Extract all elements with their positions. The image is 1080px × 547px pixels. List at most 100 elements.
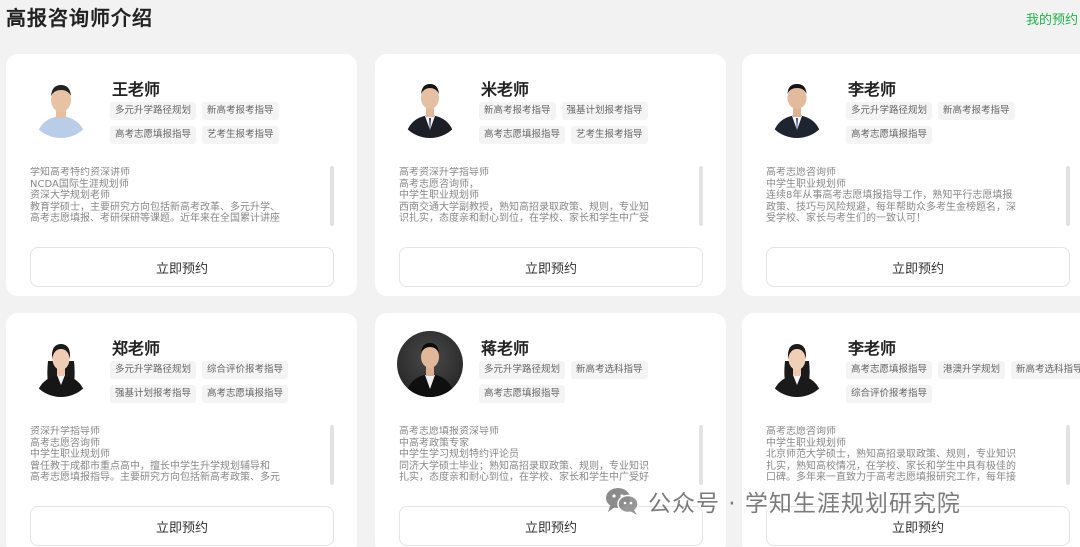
- desc-line: 高考资深升学指导师: [399, 167, 489, 178]
- tag: 艺考生报考指导: [571, 126, 648, 144]
- man-avatar-icon: [397, 72, 463, 138]
- desc-line: 学知高考特约资深讲师: [30, 167, 130, 178]
- man-avatar-icon: [405, 343, 455, 397]
- tag: 艺考生报考指导: [202, 126, 279, 144]
- book-now-button[interactable]: 立即预约: [399, 506, 703, 546]
- woman-avatar-icon: [28, 331, 94, 397]
- avatar: [397, 331, 463, 397]
- consultant-name: 李老师: [848, 339, 897, 358]
- tag: 新高考选科指导: [1011, 361, 1080, 379]
- consultant-card: 郑老师 多元升学路径规划 综合评价报考指导 强基计划报考指导 高考志愿填报指导 …: [6, 313, 357, 547]
- desc-line: 中学生职业规划师: [30, 449, 110, 461]
- desc-line: 口碑。多年来一直致力于高考志愿填报研究工作，每年接: [766, 472, 1016, 484]
- page-title: 高报咨询师介绍: [6, 6, 153, 30]
- description-scrollbar[interactable]: [699, 166, 703, 226]
- tag: 多元升学路径规划: [110, 102, 197, 120]
- avatar: [397, 72, 463, 138]
- consultant-description[interactable]: 高考资深升学指导师 高考志愿咨询师， 中学生职业规划师 西南交通大学副教授，熟知…: [399, 167, 697, 225]
- avatar: [764, 331, 830, 397]
- book-now-button[interactable]: 立即预约: [30, 247, 334, 287]
- book-now-button[interactable]: 立即预约: [30, 506, 334, 546]
- desc-line: 北京师范大学硕士，熟知高招录取政策、规则，专业知识: [766, 449, 1016, 461]
- woman-avatar-icon: [764, 331, 830, 397]
- book-now-button[interactable]: 立即预约: [766, 247, 1070, 287]
- tag: 港澳升学规划: [938, 361, 1006, 379]
- desc-line: 西南交通大学副教授，熟知高招录取政策、规则，专业知: [399, 201, 649, 213]
- consultant-description[interactable]: 高考志愿咨询师 中学生职业规划师 北京师范大学硕士，熟知高招录取政策、规则，专业…: [766, 426, 1064, 484]
- desc-line: 政策、技巧与风险规避，每年帮助众多考生金榜题名，深: [766, 201, 1016, 213]
- man-avatar-icon: [764, 72, 830, 138]
- tag-list: 新高考报考指导 强基计划报考指导 高考志愿填报指导 艺考生报考指导: [479, 102, 724, 144]
- tag: 新高考报考指导: [202, 102, 279, 120]
- tag: 多元升学路径规划: [479, 361, 566, 379]
- desc-line: 中学生职业规划师: [766, 437, 846, 449]
- desc-line: 高考志愿填报指导。主要研究方向包括新高考政策、多元: [30, 472, 280, 484]
- desc-line: 连续8年从事高考志愿填报指导工作，熟知平行志愿填报: [766, 190, 1013, 202]
- desc-line: 扎实，态度亲和耐心到位，在学校、家长和学生中广受好: [399, 472, 649, 484]
- tag: 高考志愿填报指导: [846, 126, 933, 144]
- tag: 新高考选科指导: [571, 361, 648, 379]
- consultant-card: 李老师 高考志愿填报指导 港澳升学规划 新高考选科指导 综合评价报考指导 高考志…: [742, 313, 1080, 547]
- consultant-description[interactable]: 高考志愿填报资深导师 中高考政策专家 中学生学习规划特约评论员 同济大学硕士毕业…: [399, 426, 697, 484]
- desc-line: 中学生职业规划师: [766, 178, 846, 190]
- consultant-card: 李老师 多元升学路径规划 新高考报考指导 高考志愿填报指导 高考志愿咨询师 中学…: [742, 54, 1080, 296]
- avatar: [28, 331, 94, 397]
- consultant-card: 王老师 多元升学路径规划 新高考报考指导 高考志愿填报指导 艺考生报考指导 学知…: [6, 54, 357, 296]
- consultant-name: 李老师: [848, 80, 897, 99]
- desc-line: 高考志愿咨询师，: [399, 178, 479, 190]
- tag: 强基计划报考指导: [561, 102, 648, 120]
- desc-line: 资深升学指导师: [30, 426, 100, 437]
- tag: 新高考报考指导: [938, 102, 1015, 120]
- tag: 高考志愿填报指导: [479, 126, 566, 144]
- desc-line: 高考志愿填报、考研保研等课题。近年来在全国累计讲座: [30, 213, 280, 225]
- tag-list: 多元升学路径规划 综合评价报考指导 强基计划报考指导 高考志愿填报指导: [110, 361, 355, 403]
- tag: 新高考报考指导: [479, 102, 556, 120]
- description-scrollbar[interactable]: [1066, 425, 1070, 485]
- desc-line: 资深大学规划老师: [30, 190, 110, 202]
- tag: 高考志愿填报指导: [110, 126, 197, 144]
- desc-line: 受学校、家长与考生们的一致认可！: [766, 213, 926, 225]
- desc-line: 教育学硕士，主要研究方向包括新高考改革、多元升学、: [30, 201, 280, 213]
- consultant-card: 蒋老师 多元升学路径规划 新高考选科指导 高考志愿填报指导 高考志愿填报资深导师…: [375, 313, 726, 547]
- desc-line: 高考志愿咨询师: [766, 167, 836, 178]
- desc-line: 中学生学习规划特约评论员: [399, 449, 519, 461]
- desc-line: 高考志愿咨询师: [766, 426, 836, 437]
- consultant-name: 蒋老师: [481, 339, 530, 358]
- avatar: [764, 72, 830, 138]
- consultant-name: 郑老师: [112, 339, 161, 358]
- desc-line: 曾任教于成都市重点高中，擅长中学生升学规划辅导和: [30, 460, 270, 472]
- desc-line: 扎实，熟知高校情况，在学校、家长和学生中具有极佳的: [766, 460, 1016, 472]
- my-booking-link[interactable]: 我的预约: [1026, 9, 1078, 28]
- tag: 高考志愿填报指导: [479, 385, 566, 403]
- description-scrollbar[interactable]: [699, 425, 703, 485]
- tag: 综合评价报考指导: [846, 385, 933, 403]
- consultant-name: 王老师: [112, 80, 161, 99]
- tag: 多元升学路径规划: [846, 102, 933, 120]
- description-scrollbar[interactable]: [330, 425, 334, 485]
- consultant-description[interactable]: 学知高考特约资深讲师 NCDA国际生涯规划师 资深大学规划老师 教育学硕士，主要…: [30, 167, 328, 225]
- tag-list: 多元升学路径规划 新高考报考指导 高考志愿填报指导 艺考生报考指导: [110, 102, 355, 144]
- desc-line: 识扎实，态度亲和耐心到位，在学校、家长和学生中广受: [399, 213, 649, 225]
- desc-line: 高考志愿填报资深导师: [399, 426, 499, 437]
- tag: 综合评价报考指导: [202, 361, 289, 379]
- book-now-button[interactable]: 立即预约: [766, 506, 1070, 546]
- tag-list: 高考志愿填报指导 港澳升学规划 新高考选科指导 综合评价报考指导: [846, 361, 1080, 403]
- desc-line: 中高考政策专家: [399, 437, 469, 449]
- desc-line: 同济大学硕士毕业；熟知高招录取政策、规则，专业知识: [399, 460, 649, 472]
- description-scrollbar[interactable]: [330, 166, 334, 226]
- tag: 高考志愿填报指导: [202, 385, 289, 403]
- desc-line: NCDA国际生涯规划师: [30, 178, 129, 190]
- tag: 多元升学路径规划: [110, 361, 197, 379]
- avatar: [28, 72, 94, 138]
- consultant-name: 米老师: [481, 80, 530, 99]
- man-avatar-icon: [28, 72, 94, 138]
- consultant-card: 米老师 新高考报考指导 强基计划报考指导 高考志愿填报指导 艺考生报考指导 高考…: [375, 54, 726, 296]
- book-now-button[interactable]: 立即预约: [399, 247, 703, 287]
- consultant-description[interactable]: 高考志愿咨询师 中学生职业规划师 连续8年从事高考志愿填报指导工作，熟知平行志愿…: [766, 167, 1064, 225]
- tag-list: 多元升学路径规划 新高考选科指导 高考志愿填报指导: [479, 361, 724, 403]
- tag: 强基计划报考指导: [110, 385, 197, 403]
- description-scrollbar[interactable]: [1066, 166, 1070, 226]
- tag: 高考志愿填报指导: [846, 361, 933, 379]
- consultant-description[interactable]: 资深升学指导师 高考志愿咨询师 中学生职业规划师 曾任教于成都市重点高中，擅长中…: [30, 426, 328, 484]
- desc-line: 高考志愿咨询师: [30, 437, 100, 449]
